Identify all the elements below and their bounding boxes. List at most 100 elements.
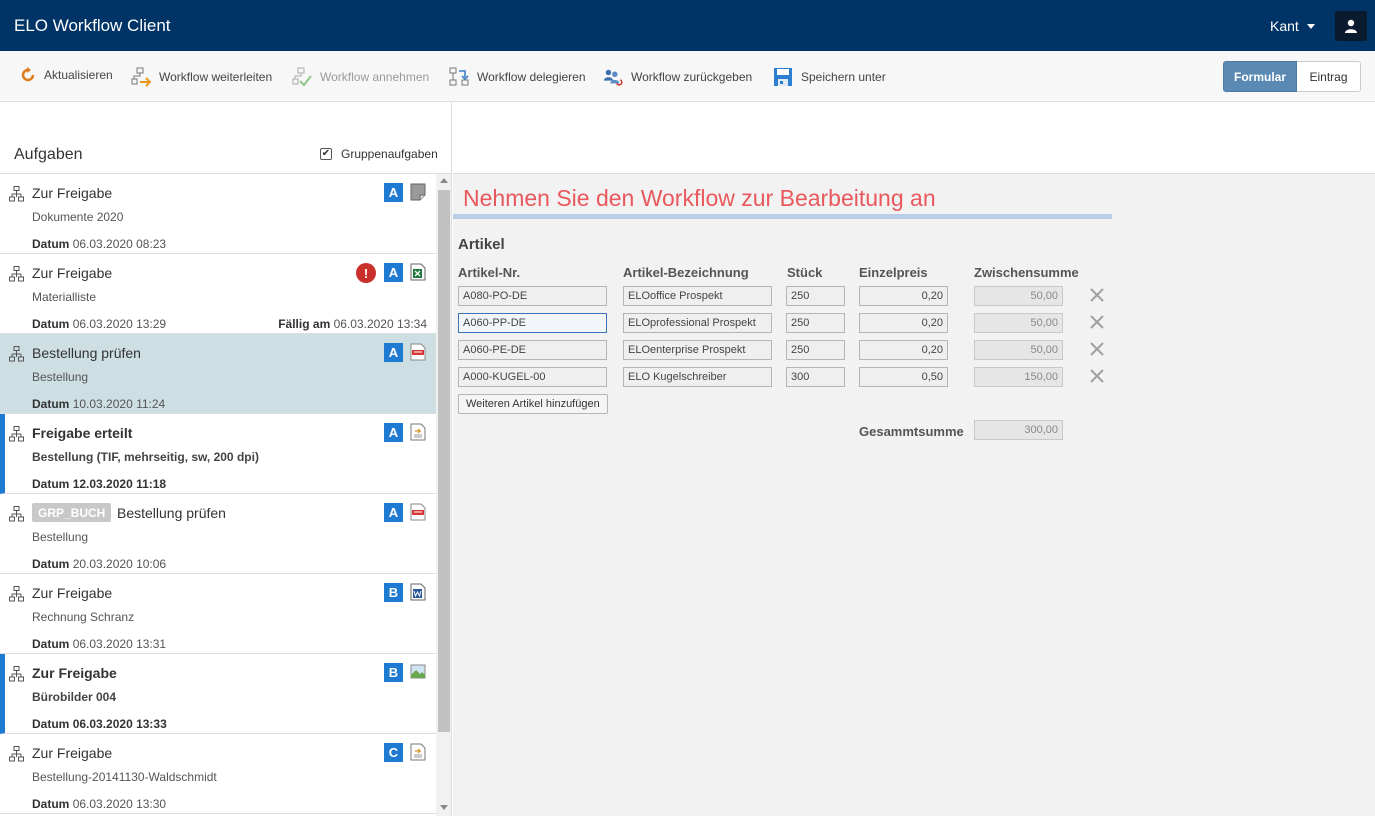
accept-workflow-icon xyxy=(292,67,312,87)
refresh-button[interactable]: Aktualisieren xyxy=(20,64,113,86)
task-item-unread[interactable]: Zur Freigabe B Bürobilder 004 Datum 06.0… xyxy=(0,654,436,734)
priority-badge: A xyxy=(384,343,403,362)
task-title: Freigabe erteilt xyxy=(32,425,133,441)
scroll-up-arrow-icon[interactable] xyxy=(440,178,448,183)
refresh-icon xyxy=(20,65,36,85)
accept-workflow-button[interactable]: Workflow annehmen xyxy=(292,66,429,88)
article-name-input[interactable]: ELOprofessional Prospekt xyxy=(623,313,772,333)
tasks-scrollbar[interactable] xyxy=(436,174,451,816)
user-icon xyxy=(1345,19,1357,33)
workflow-icon xyxy=(9,186,24,202)
checkbox-checked-icon[interactable]: ✔ xyxy=(320,148,332,160)
priority-badge: C xyxy=(384,743,403,762)
subtotal-field: 50,00 xyxy=(974,340,1063,360)
article-name-input[interactable]: ELO Kugelschreiber xyxy=(623,367,772,387)
workflow-icon xyxy=(9,266,24,282)
app-title: ELO Workflow Client xyxy=(14,16,171,35)
delete-row-icon[interactable] xyxy=(1090,315,1104,329)
quantity-input[interactable]: 250 xyxy=(786,313,845,333)
column-header-qty: Stück xyxy=(787,265,823,280)
pdf-file-icon xyxy=(410,343,426,361)
scroll-down-arrow-icon[interactable] xyxy=(440,805,448,810)
group-tasks-checkbox[interactable]: ✔ Gruppenaufgaben xyxy=(320,147,438,161)
task-item[interactable]: GRP_BUCH Bestellung prüfen A Bestellung … xyxy=(0,494,436,574)
delete-row-icon[interactable] xyxy=(1090,288,1104,302)
task-date: Datum 06.03.2020 13:29 xyxy=(32,317,167,331)
return-workflow-button[interactable]: Workflow zurückgeben xyxy=(603,66,752,88)
total-field: 300,00 xyxy=(974,420,1063,440)
user-name: Kant xyxy=(1270,18,1299,34)
task-title: Zur Freigabe xyxy=(32,745,113,761)
save-as-button[interactable]: Speichern unter xyxy=(773,66,886,88)
heading-underline xyxy=(453,214,1112,219)
task-item[interactable]: Zur Freigabe A Dokumente 2020 Datum 06.0… xyxy=(0,174,436,254)
group-tag: GRP_BUCH xyxy=(32,503,112,522)
excel-file-icon xyxy=(410,263,426,281)
article-nr-input[interactable]: A080-PO-DE xyxy=(458,286,607,306)
task-item[interactable]: Zur Freigabe B Rechnung Schranz Datum 06… xyxy=(0,574,436,654)
section-title: Artikel xyxy=(458,236,505,253)
scroll-thumb[interactable] xyxy=(438,190,450,732)
form-panel: Nehmen Sie den Workflow zur Bearbeitung … xyxy=(453,174,1375,816)
task-item-unread[interactable]: Freigabe erteilt A Bestellung (TIF, mehr… xyxy=(0,414,436,494)
image-file-icon xyxy=(410,664,426,679)
toolbar: Aktualisieren Workflow weiterleiten Work… xyxy=(0,51,1375,102)
task-subtitle: Rechnung Schranz xyxy=(32,610,135,624)
delegate-workflow-button[interactable]: Workflow delegieren xyxy=(449,66,586,88)
task-item-selected[interactable]: Bestellung prüfen A Bestellung Datum 10.… xyxy=(0,334,436,414)
tasks-panel-header: Aufgaben ✔ Gruppenaufgaben xyxy=(0,102,451,174)
task-date: Datum 10.03.2020 11:24 xyxy=(32,397,166,411)
unit-price-input[interactable]: 0,20 xyxy=(859,286,948,306)
task-date: Datum 20.03.2020 10:06 xyxy=(32,557,167,571)
tasks-panel: Aufgaben ✔ Gruppenaufgaben Zur Freigabe … xyxy=(0,102,452,816)
unit-price-input[interactable]: 0,50 xyxy=(859,367,948,387)
task-date: Datum 06.03.2020 13:30 xyxy=(32,797,167,811)
add-article-button[interactable]: Weiteren Artikel hinzufügen xyxy=(458,394,608,414)
priority-badge: B xyxy=(384,583,403,602)
task-title: Zur Freigabe xyxy=(32,665,117,681)
priority-badge: A xyxy=(384,183,403,202)
user-profile-button[interactable] xyxy=(1335,11,1367,41)
task-title: Bestellung prüfen xyxy=(117,505,226,521)
workflow-icon xyxy=(9,346,24,362)
alert-icon: ! xyxy=(356,263,376,283)
article-name-input[interactable]: ELOenterprise Prospekt xyxy=(623,340,772,360)
article-nr-input[interactable]: A060-PP-DE xyxy=(458,313,607,333)
quantity-input[interactable]: 250 xyxy=(786,286,845,306)
quantity-input[interactable]: 300 xyxy=(786,367,845,387)
task-item[interactable]: Zur Freigabe C Bestellung-20141130-Walds… xyxy=(0,734,436,814)
form-top-area xyxy=(453,102,1375,174)
workflow-icon xyxy=(9,506,24,522)
form-heading: Nehmen Sie den Workflow zur Bearbeitung … xyxy=(463,185,936,211)
priority-badge: A xyxy=(384,263,403,282)
priority-badge: A xyxy=(384,503,403,522)
article-nr-input[interactable]: A060-PE-DE xyxy=(458,340,607,360)
quantity-input[interactable]: 250 xyxy=(786,340,845,360)
task-subtitle: Bestellung-20141130-Waldschmidt xyxy=(32,770,217,784)
user-menu[interactable]: Kant xyxy=(1270,18,1315,34)
article-nr-input[interactable]: A000-KUGEL-00 xyxy=(458,367,607,387)
subtotal-field: 50,00 xyxy=(974,313,1063,333)
priority-badge: A xyxy=(384,423,403,442)
task-subtitle: Dokumente 2020 xyxy=(32,210,124,224)
unit-price-input[interactable]: 0,20 xyxy=(859,313,948,333)
task-date: Datum 06.03.2020 08:23 xyxy=(32,237,167,251)
task-subtitle: Bestellung (TIF, mehrseitig, sw, 200 dpi… xyxy=(32,450,259,464)
delete-row-icon[interactable] xyxy=(1090,369,1104,383)
forward-workflow-icon xyxy=(131,67,151,87)
task-due-date: Fällig am 06.03.2020 13:34 xyxy=(278,317,427,331)
forward-workflow-button[interactable]: Workflow weiterleiten xyxy=(131,66,272,88)
total-label: Gesammtsumme xyxy=(859,424,964,439)
task-subtitle: Bürobilder 004 xyxy=(32,690,117,704)
formular-tab[interactable]: Formular xyxy=(1223,61,1297,92)
task-subtitle: Materialliste xyxy=(32,290,97,304)
workflow-icon xyxy=(9,666,24,682)
delete-row-icon[interactable] xyxy=(1090,342,1104,356)
delegate-workflow-icon xyxy=(449,67,469,87)
tif-file-icon xyxy=(410,423,426,441)
eintrag-tab[interactable]: Eintrag xyxy=(1297,61,1361,92)
task-item[interactable]: Zur Freigabe ! A Materialliste Datum 06.… xyxy=(0,254,436,334)
task-subtitle: Bestellung xyxy=(32,530,89,544)
unit-price-input[interactable]: 0,20 xyxy=(859,340,948,360)
article-name-input[interactable]: ELOoffice Prospekt xyxy=(623,286,772,306)
